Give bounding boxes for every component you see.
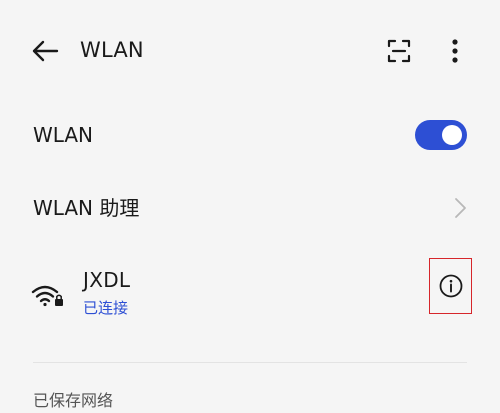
info-circle-icon (439, 274, 462, 298)
chevron-right-icon[interactable] (450, 195, 470, 221)
section-divider (33, 362, 467, 363)
wifi-lock-icon (31, 285, 63, 307)
network-status: 已连接 (83, 299, 129, 317)
more-options-button[interactable] (440, 34, 470, 68)
wlan-toggle[interactable] (415, 120, 467, 150)
back-button[interactable] (28, 34, 62, 68)
network-name[interactable]: JXDL (83, 266, 130, 294)
arrow-left-icon (32, 40, 59, 62)
scan-button[interactable] (384, 36, 414, 66)
scan-frame-icon (387, 39, 411, 63)
more-vertical-icon (452, 39, 458, 63)
saved-networks-header: 已保存网络 (33, 391, 114, 410)
wlan-settings-page: WLAN WLAN WLAN 助理 JXDL 已连接 已保存网络 (0, 0, 500, 412)
network-info-button[interactable] (429, 258, 472, 314)
wlan-assistant-label[interactable]: WLAN 助理 (33, 194, 139, 222)
page-title: WLAN (80, 38, 144, 62)
top-bar: WLAN (0, 0, 500, 100)
toggle-knob (442, 125, 462, 145)
wlan-label: WLAN (33, 123, 94, 147)
